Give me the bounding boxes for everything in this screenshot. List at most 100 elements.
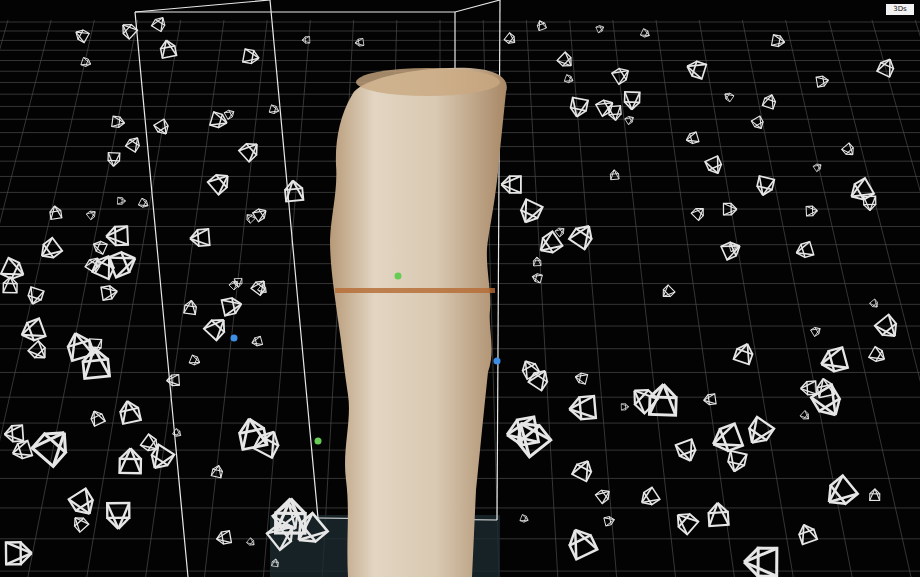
marker-dot[interactable] bbox=[395, 273, 402, 280]
camera-frustum-icon[interactable] bbox=[251, 277, 269, 295]
camera-frustum-icon[interactable] bbox=[189, 229, 209, 247]
camera-frustum-icon[interactable] bbox=[243, 49, 260, 65]
camera-frustum-icon[interactable] bbox=[751, 116, 765, 131]
camera-frustum-icon[interactable] bbox=[112, 116, 125, 128]
camera-frustum-icon[interactable] bbox=[91, 239, 107, 254]
camera-frustum-icon[interactable] bbox=[638, 487, 660, 508]
view-badge[interactable]: 3Ds bbox=[886, 4, 914, 15]
camera-frustum-icon[interactable] bbox=[528, 367, 551, 391]
camera-frustum-icon[interactable] bbox=[564, 75, 574, 84]
camera-frustum-icon[interactable] bbox=[222, 296, 244, 316]
camera-frustum-icon[interactable] bbox=[237, 416, 267, 449]
camera-frustum-icon[interactable] bbox=[531, 273, 542, 283]
camera-frustum-icon[interactable] bbox=[208, 170, 233, 195]
camera-frustum-icon[interactable] bbox=[251, 336, 263, 347]
camera-frustum-icon[interactable] bbox=[533, 257, 541, 266]
camera-frustum-icon[interactable] bbox=[813, 162, 823, 171]
camera-frustum-icon[interactable] bbox=[604, 516, 615, 526]
camera-frustum-icon[interactable] bbox=[574, 372, 588, 384]
camera-frustum-icon[interactable] bbox=[284, 180, 303, 202]
camera-frustum-icon[interactable] bbox=[762, 93, 777, 109]
camera-frustum-icon[interactable] bbox=[800, 411, 811, 422]
camera-frustum-icon[interactable] bbox=[184, 300, 197, 315]
3d-viewport[interactable]: 3Ds bbox=[0, 0, 920, 577]
camera-frustum-icon[interactable] bbox=[166, 375, 179, 386]
camera-frustum-icon[interactable] bbox=[211, 464, 223, 477]
camera-frustum-icon[interactable] bbox=[596, 97, 616, 116]
camera-frustum-icon[interactable] bbox=[877, 56, 896, 76]
camera-frustum-icon[interactable] bbox=[82, 347, 110, 379]
camera-frustum-icon[interactable] bbox=[869, 347, 888, 365]
camera-frustum-icon[interactable] bbox=[18, 318, 45, 343]
camera-frustum-icon[interactable] bbox=[870, 489, 880, 501]
camera-frustum-icon[interactable] bbox=[612, 65, 632, 84]
camera-frustum-icon[interactable] bbox=[595, 487, 612, 504]
camera-frustum-icon[interactable] bbox=[71, 514, 89, 532]
camera-frustum-icon[interactable] bbox=[6, 542, 32, 564]
camera-frustum-icon[interactable] bbox=[811, 325, 822, 336]
camera-frustum-icon[interactable] bbox=[107, 503, 129, 529]
camera-frustum-icon[interactable] bbox=[147, 444, 175, 473]
camera-frustum-icon[interactable] bbox=[708, 502, 729, 526]
camera-frustum-icon[interactable] bbox=[126, 135, 143, 152]
camera-frustum-icon[interactable] bbox=[816, 75, 829, 87]
marker-dot[interactable] bbox=[494, 358, 501, 365]
camera-frustum-icon[interactable] bbox=[685, 59, 707, 79]
scene-canvas[interactable] bbox=[0, 0, 920, 577]
camera-frustum-icon[interactable] bbox=[204, 314, 230, 340]
camera-frustum-icon[interactable] bbox=[676, 439, 699, 464]
camera-frustum-icon[interactable] bbox=[621, 404, 629, 410]
camera-frustum-icon[interactable] bbox=[811, 385, 846, 421]
camera-frustum-icon[interactable] bbox=[253, 206, 269, 222]
camera-frustum-icon[interactable] bbox=[565, 525, 598, 559]
camera-frustum-icon[interactable] bbox=[875, 314, 902, 341]
camera-frustum-icon[interactable] bbox=[81, 57, 92, 67]
camera-frustum-icon[interactable] bbox=[269, 105, 280, 115]
camera-frustum-icon[interactable] bbox=[797, 522, 818, 544]
camera-frustum-icon[interactable] bbox=[355, 38, 364, 46]
camera-frustum-icon[interactable] bbox=[117, 197, 125, 204]
camera-frustum-icon[interactable] bbox=[505, 417, 539, 447]
camera-frustum-icon[interactable] bbox=[89, 409, 106, 427]
camera-frustum-icon[interactable] bbox=[501, 176, 521, 193]
camera-frustum-icon[interactable] bbox=[119, 21, 138, 40]
camera-frustum-icon[interactable] bbox=[822, 476, 858, 512]
camera-frustum-icon[interactable] bbox=[705, 156, 724, 176]
camera-frustum-icon[interactable] bbox=[86, 209, 97, 220]
camera-frustum-icon[interactable] bbox=[32, 423, 75, 466]
camera-frustum-icon[interactable] bbox=[159, 39, 176, 58]
camera-frustum-icon[interactable] bbox=[726, 451, 746, 474]
camera-frustum-icon[interactable] bbox=[568, 396, 595, 420]
camera-frustum-icon[interactable] bbox=[49, 205, 62, 219]
camera-frustum-icon[interactable] bbox=[555, 226, 566, 237]
camera-frustum-icon[interactable] bbox=[806, 206, 817, 216]
camera-frustum-icon[interactable] bbox=[189, 355, 201, 366]
camera-frustum-icon[interactable] bbox=[73, 27, 89, 42]
camera-frustum-icon[interactable] bbox=[557, 52, 575, 70]
camera-frustum-icon[interactable] bbox=[685, 132, 699, 145]
camera-frustum-icon[interactable] bbox=[536, 19, 546, 30]
camera-frustum-icon[interactable] bbox=[229, 279, 240, 290]
camera-frustum-icon[interactable] bbox=[800, 381, 816, 395]
camera-frustum-icon[interactable] bbox=[743, 417, 774, 449]
camera-frustum-icon[interactable] bbox=[610, 169, 619, 179]
camera-frustum-icon[interactable] bbox=[569, 221, 597, 250]
camera-frustums[interactable] bbox=[1, 15, 902, 576]
camera-frustum-icon[interactable] bbox=[504, 33, 517, 46]
camera-frustum-icon[interactable] bbox=[224, 108, 236, 119]
camera-frustum-icon[interactable] bbox=[28, 341, 50, 363]
birch-log-model[interactable] bbox=[330, 68, 510, 577]
camera-frustum-icon[interactable] bbox=[842, 143, 857, 158]
camera-frustum-icon[interactable] bbox=[847, 178, 874, 204]
camera-frustum-icon[interactable] bbox=[691, 205, 707, 221]
camera-frustum-icon[interactable] bbox=[138, 198, 149, 209]
camera-frustum-icon[interactable] bbox=[85, 255, 103, 273]
camera-frustum-icon[interactable] bbox=[672, 508, 698, 534]
camera-frustum-icon[interactable] bbox=[569, 97, 588, 118]
camera-frustum-icon[interactable] bbox=[272, 559, 279, 567]
camera-frustum-icon[interactable] bbox=[723, 91, 734, 102]
camera-frustum-icon[interactable] bbox=[37, 238, 62, 263]
camera-frustum-icon[interactable] bbox=[744, 548, 777, 576]
camera-frustum-icon[interactable] bbox=[640, 29, 651, 39]
camera-frustum-icon[interactable] bbox=[118, 399, 141, 424]
